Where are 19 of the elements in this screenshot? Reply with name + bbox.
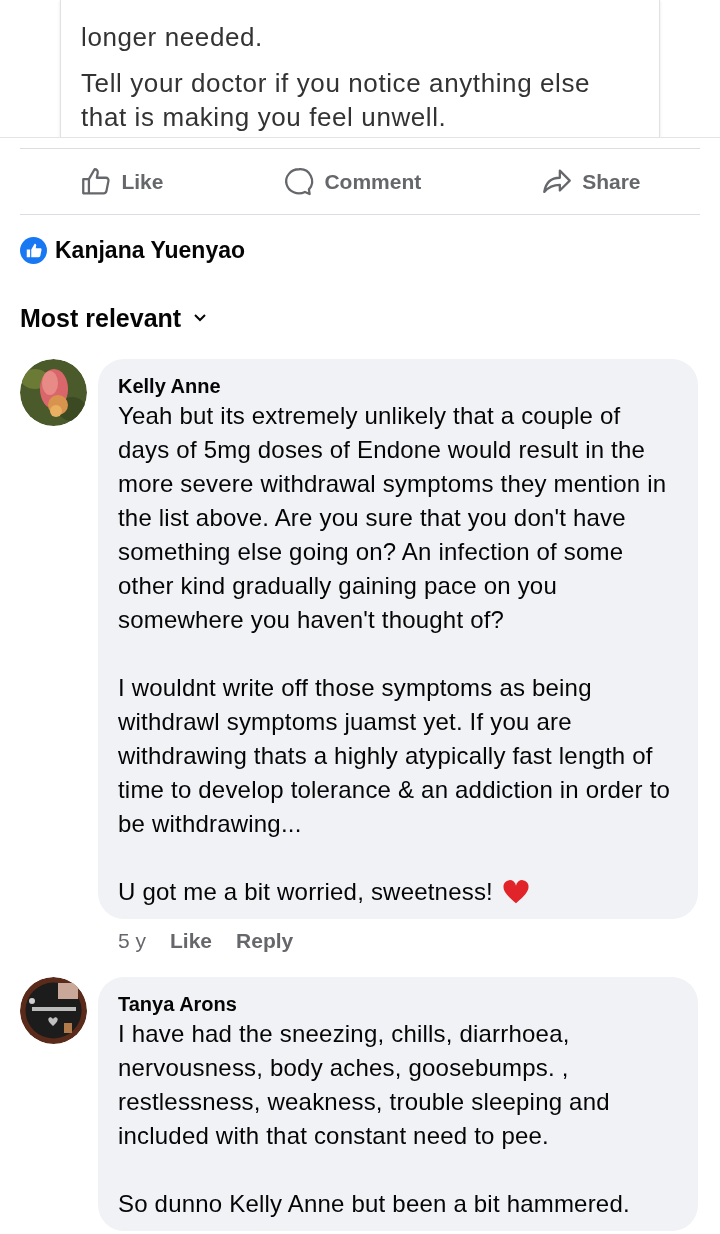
comment-text: So dunno Kelly Anne but been a bit hammered. [118,1188,631,1219]
comment-button[interactable]: Comment [282,164,422,199]
comment-author[interactable]: Tanya Arons [118,990,678,1017]
comment-text: Yeah but its extremely unlikely that a couple of days of 5mg doses of Endone would result in the more severe withdrawal symptoms they mention in the list above. Are you sure that you don't have something else going on? An infection of some other kind gradually gaining pace on you somewhere you haven't thought of? [118,401,668,635]
like-reaction-icon [20,236,47,264]
reply-link[interactable]: Reply [236,925,294,957]
article-paragraph: longer needed. [81,21,264,54]
comment-text: U got me a bit worried, sweetness! [118,877,493,907]
comment-author[interactable]: Kelly Anne [118,373,678,399]
chevron-down-icon [193,313,208,324]
share-button[interactable]: Share [540,164,641,199]
like-link[interactable]: Like [170,925,213,957]
article-paragraph: Tell your doctor if you notice anything else that is making you feel unwell. [81,67,592,134]
comment-text: I wouldnt write off those symptoms as being withdrawl symptoms juamst yet. If you are withdrawing thats a highly atypically fast length of time to develop tolerance & an addiction in order to be withdrawing... [118,673,672,839]
comment-time: 5 y [118,928,146,954]
reaction-names[interactable]: Kanjana Yuenyao [55,233,246,268]
comment-text: I have had the sneezing, chills, diarrhoea, nervousness, body aches, goosebumps. , restlessness, weakness, trouble sleeping and included with that constant need to pee. [118,1018,611,1151]
sort-dropdown[interactable]: Most relevant [20,299,208,337]
like-button[interactable]: Like [79,164,164,199]
